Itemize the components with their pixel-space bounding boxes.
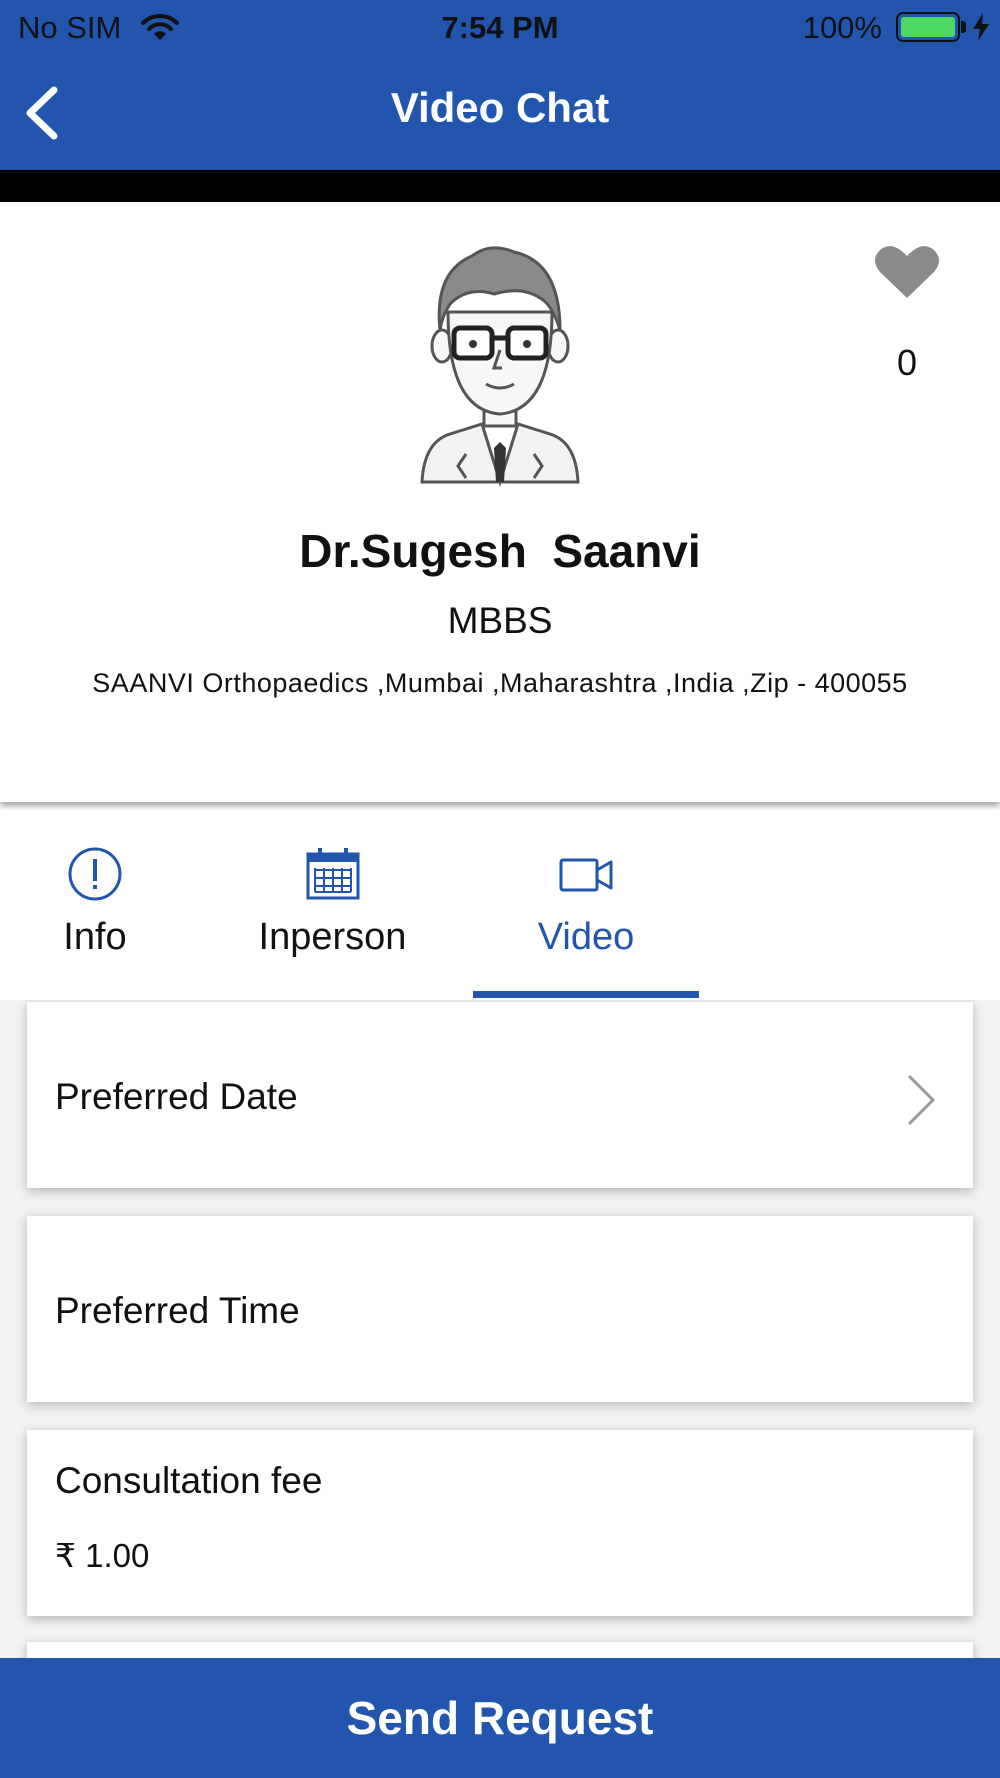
top-bar: No SIM 7:54 PM 100% Video Chat (0, 0, 1000, 170)
tab-video-label: Video (537, 916, 635, 958)
battery-percent: 100% (802, 10, 882, 45)
tab-video[interactable]: Video (473, 810, 699, 1000)
preferred-date-label: Preferred Date (55, 1076, 298, 1117)
page-title: Video Chat (390, 84, 610, 131)
appointment-tabs: Info Inperson Video (0, 810, 1000, 1000)
active-tab-indicator (473, 991, 699, 998)
preferred-time-label: Preferred Time (55, 1290, 300, 1331)
doctor-profile-card: 0 Dr.Sugesh Saanvi MBBS SAANVI Orthopaed… (0, 202, 1000, 802)
tab-info-label: Info (63, 916, 127, 958)
like-count: 0 (896, 342, 918, 383)
charging-bolt-icon (970, 12, 992, 47)
doctor-avatar-icon (410, 242, 590, 488)
doctor-name: Dr.Sugesh Saanvi (299, 525, 701, 577)
video-booking-form: Preferred Date Preferred Time Consultati… (0, 1000, 1000, 1658)
consultation-fee-value: ₹ 1.00 (55, 1537, 150, 1574)
preferred-time-row[interactable]: Preferred Time (27, 1216, 973, 1402)
tab-inperson[interactable]: Inperson (240, 810, 425, 1000)
consultation-fee-card: Consultation fee ₹ 1.00 (27, 1430, 973, 1616)
calendar-icon (305, 846, 361, 907)
doctor-address: SAANVI Orthopaedics ,Mumbai ,Maharashtra… (92, 668, 908, 698)
tab-inperson-label: Inperson (258, 916, 407, 958)
battery-icon (896, 12, 960, 42)
info-circle-icon (67, 846, 123, 907)
status-bar: No SIM 7:54 PM 100% (0, 0, 1000, 56)
tab-info[interactable]: Info (0, 810, 190, 1000)
consultation-fee-label: Consultation fee (55, 1460, 323, 1501)
battery-cap (961, 21, 966, 33)
preferred-date-row[interactable]: Preferred Date (27, 1002, 973, 1188)
chevron-right-icon (905, 1072, 937, 1133)
header-divider-band (0, 170, 1000, 202)
next-card-partial (27, 1642, 973, 1658)
send-request-button[interactable]: Send Request (0, 1658, 1000, 1778)
heart-icon[interactable] (874, 242, 940, 302)
video-camera-icon (558, 846, 614, 907)
doctor-degree: MBBS (447, 600, 553, 641)
